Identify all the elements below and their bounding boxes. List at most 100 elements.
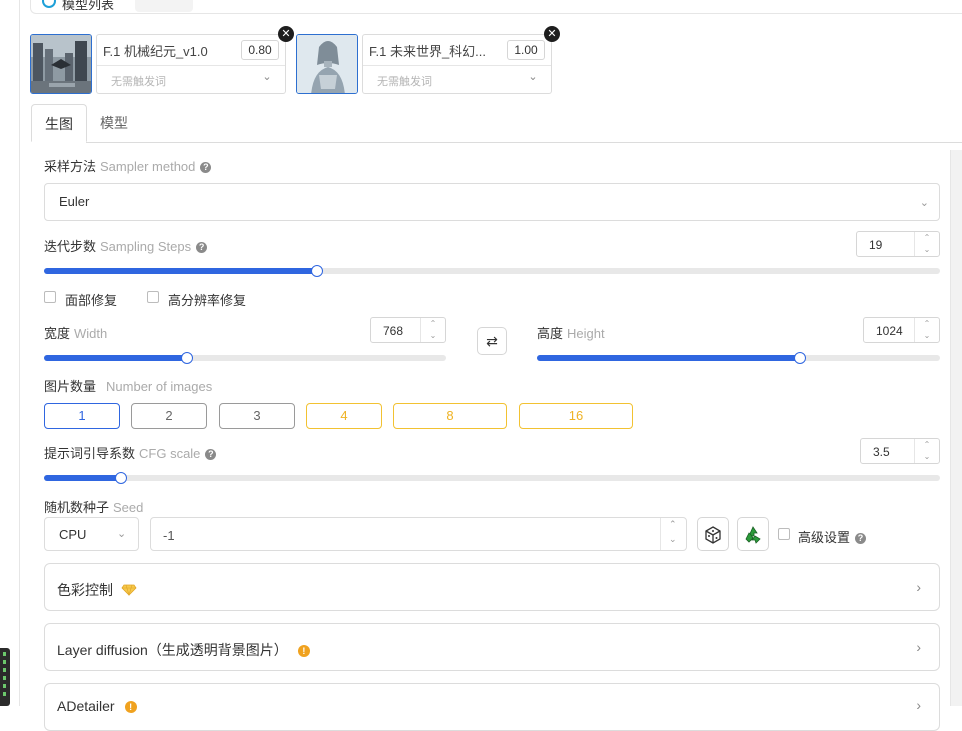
- num-images-option-2[interactable]: 2: [131, 403, 207, 429]
- steps-slider-thumb[interactable]: [311, 265, 324, 277]
- chevron-up-icon[interactable]: ⌃: [915, 439, 939, 451]
- model-list-label: 模型列表: [62, 0, 115, 12]
- color-control-panel[interactable]: 色彩控制 ›: [44, 563, 940, 611]
- steps-slider-fill: [44, 268, 318, 274]
- lora-weight-2[interactable]: 1.00: [507, 40, 545, 60]
- width-label-en: Width: [74, 326, 108, 341]
- steps-label: 迭代步数 Sampling Steps?: [44, 236, 208, 255]
- cfg-slider[interactable]: [44, 472, 940, 484]
- cfg-slider-thumb[interactable]: [115, 472, 128, 484]
- seed-stepper[interactable]: ⌃ ⌄: [660, 518, 686, 550]
- height-value: 1024: [876, 324, 903, 338]
- chevron-right-icon: ›: [916, 639, 921, 655]
- num-images-option-4[interactable]: 4: [306, 403, 382, 429]
- seed-input[interactable]: -1 ⌃ ⌄: [150, 517, 687, 551]
- cfg-stepper[interactable]: ⌃ ⌄: [914, 439, 939, 463]
- chevron-down-icon[interactable]: ⌄: [261, 71, 273, 83]
- help-icon[interactable]: ?: [205, 449, 217, 460]
- chevron-up-icon[interactable]: ⌃: [669, 519, 677, 530]
- layer-diffusion-panel[interactable]: Layer diffusion（生成透明背景图片）! ›: [44, 623, 940, 671]
- swap-arrows-icon[interactable]: ⇄: [477, 327, 507, 355]
- model-list-actions[interactable]: [135, 0, 193, 12]
- lora-thumbnail-1[interactable]: [30, 34, 92, 94]
- seed-device-select[interactable]: CPU ⌄: [44, 517, 139, 551]
- dice-icon: [705, 526, 721, 544]
- cfg-slider-fill: [44, 475, 122, 481]
- close-icon[interactable]: ✕: [278, 26, 294, 42]
- width-slider-thumb[interactable]: [180, 352, 193, 364]
- chevron-down-icon[interactable]: ⌄: [669, 534, 677, 545]
- cfg-value: 3.5: [873, 445, 890, 459]
- sampler-label: 采样方法 Sampler method?: [44, 156, 212, 175]
- help-icon[interactable]: ?: [196, 242, 208, 253]
- gem-icon: [121, 584, 137, 597]
- scrollbar[interactable]: [950, 150, 962, 706]
- layer-diffusion-title-text: Layer diffusion（生成透明背景图片）: [57, 642, 288, 658]
- steps-slider[interactable]: [44, 265, 940, 277]
- help-icon[interactable]: ?: [200, 162, 212, 173]
- seed-value: -1: [163, 528, 175, 543]
- lora-name-2: F.1 未来世界_科幻...: [369, 44, 487, 59]
- cfg-input[interactable]: 3.5 ⌃ ⌄: [860, 438, 940, 464]
- tab-model[interactable]: 模型: [88, 104, 140, 142]
- width-value: 768: [383, 324, 404, 338]
- warning-icon: !: [124, 701, 137, 713]
- sampler-label-cn: 采样方法: [44, 159, 97, 174]
- lora-card-1: F.1 机械纪元_v1.0 0.80 无需触发词 ⌄: [96, 34, 286, 94]
- height-slider-fill: [537, 355, 800, 361]
- lora-trigger-select-1[interactable]: 无需触发词: [111, 73, 166, 89]
- random-seed-button[interactable]: [697, 517, 729, 551]
- num-images-option-1[interactable]: 1: [44, 403, 120, 429]
- steps-label-en: Sampling Steps: [100, 239, 192, 254]
- advanced-settings-checkbox[interactable]: [778, 528, 790, 540]
- face-fix-checkbox[interactable]: [44, 291, 56, 303]
- chevron-up-icon[interactable]: ⌃: [915, 232, 939, 244]
- chevron-right-icon: ›: [916, 697, 921, 713]
- lora-thumbnail-2[interactable]: [296, 34, 358, 94]
- height-label-cn: 高度: [537, 326, 564, 341]
- seed-label-en: Seed: [113, 500, 144, 515]
- tab-generate[interactable]: 生图: [31, 104, 87, 142]
- steps-stepper[interactable]: ⌃ ⌄: [914, 232, 939, 256]
- width-slider[interactable]: [44, 352, 446, 364]
- chevron-down-icon[interactable]: ⌄: [527, 71, 539, 83]
- lora-name-1: F.1 机械纪元_v1.0: [103, 44, 208, 59]
- height-input[interactable]: 1024 ⌃ ⌄: [863, 317, 940, 343]
- height-slider[interactable]: [537, 352, 940, 364]
- chevron-down-icon[interactable]: ⌄: [915, 451, 939, 463]
- advanced-settings-text: 高级设置: [798, 530, 851, 545]
- chevron-up-icon[interactable]: ⌃: [421, 318, 445, 330]
- height-stepper[interactable]: ⌃ ⌄: [914, 318, 939, 342]
- steps-label-cn: 迭代步数: [44, 239, 97, 254]
- close-icon[interactable]: ✕: [544, 26, 560, 42]
- side-handle[interactable]: [0, 648, 10, 706]
- num-images-option-8[interactable]: 8: [393, 403, 507, 429]
- steps-value: 19: [869, 238, 883, 252]
- sampler-select[interactable]: Euler ⌄: [44, 183, 940, 221]
- adetailer-title: ADetailer!: [57, 698, 137, 714]
- num-images-option-16[interactable]: 16: [519, 403, 633, 429]
- chevron-up-icon[interactable]: ⌃: [915, 318, 939, 330]
- seed-device-value: CPU: [59, 527, 87, 542]
- hires-fix-checkbox[interactable]: [147, 291, 159, 303]
- lora-weight-1[interactable]: 0.80: [241, 40, 279, 60]
- adetailer-panel[interactable]: ADetailer! ›: [44, 683, 940, 731]
- chevron-down-icon[interactable]: ⌄: [421, 330, 445, 342]
- reuse-seed-button[interactable]: [737, 517, 769, 551]
- num-images-label-en: Number of images: [106, 379, 213, 394]
- height-label: 高度 Height: [537, 323, 605, 342]
- width-input[interactable]: 768 ⌃ ⌄: [370, 317, 446, 343]
- chevron-down-icon[interactable]: ⌄: [915, 330, 939, 342]
- width-stepper[interactable]: ⌃ ⌄: [420, 318, 445, 342]
- lora-trigger-select-2[interactable]: 无需触发词: [377, 73, 432, 89]
- chevron-down-icon[interactable]: ⌄: [915, 244, 939, 256]
- warning-icon: !: [297, 645, 310, 657]
- sampler-label-en: Sampler method: [100, 159, 196, 174]
- num-images-option-3[interactable]: 3: [219, 403, 295, 429]
- steps-input[interactable]: 19 ⌃ ⌄: [856, 231, 940, 257]
- cfg-label: 提示词引导系数 CFG scale?: [44, 443, 217, 462]
- height-slider-thumb[interactable]: [793, 352, 806, 364]
- width-slider-fill: [44, 355, 187, 361]
- help-icon[interactable]: ?: [855, 533, 867, 544]
- chevron-down-icon: ⌄: [117, 528, 127, 540]
